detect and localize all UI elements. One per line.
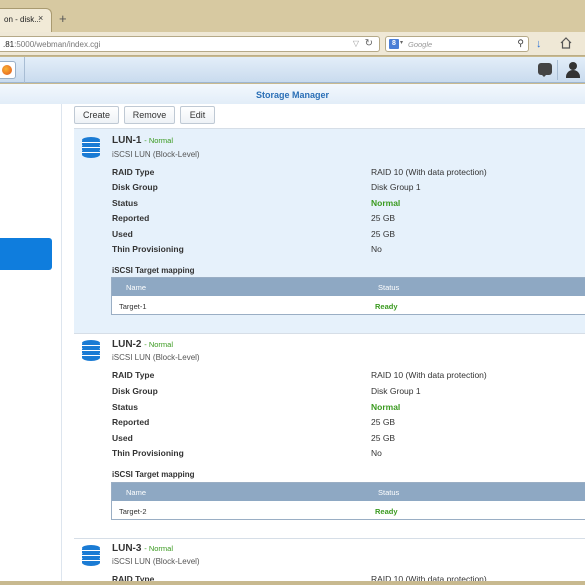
- desktop-edge: [0, 581, 585, 585]
- disk-group-value: Disk Group 1: [371, 182, 421, 192]
- lun-card[interactable]: LUN-3 - Normal iSCSI LUN (Block-Level) R…: [74, 538, 585, 581]
- browser-nav-bar: .81:5000/webman/index.cgi ▽ ↻ 8 ▾ Google…: [0, 32, 585, 56]
- dsm-logo-icon: [2, 65, 12, 75]
- taskbar-divider: [557, 60, 558, 80]
- url-dropdown-icon[interactable]: ▽: [353, 39, 359, 48]
- browser-tab[interactable]: on - disk...: [0, 8, 52, 32]
- database-icon: [82, 340, 100, 362]
- taskbar-divider: [24, 57, 25, 83]
- thin-provisioning-label: Thin Provisioning: [112, 448, 184, 458]
- status-label: Status: [112, 198, 138, 208]
- search-engine-icon[interactable]: 8: [389, 39, 399, 49]
- used-value: 25 GB: [371, 433, 396, 443]
- tab-close-icon[interactable]: ×: [38, 13, 43, 23]
- lun-name: LUN-1: [112, 135, 142, 146]
- window-title: Storage Manager: [0, 84, 585, 104]
- status-value: Normal: [371, 198, 401, 208]
- status-value: Normal: [371, 402, 401, 412]
- url-host: .81: [3, 40, 15, 49]
- thin-provisioning-value: No: [371, 448, 382, 458]
- url-bar[interactable]: .81:5000/webman/index.cgi ▽ ↻: [0, 36, 380, 52]
- lun-card[interactable]: LUN-2 - Normal iSCSI LUN (Block-Level) R…: [74, 333, 585, 538]
- reported-label: Reported: [112, 213, 150, 223]
- edit-button[interactable]: Edit: [180, 106, 215, 124]
- lun-name: LUN-2: [112, 339, 142, 350]
- search-engine-dropdown-icon[interactable]: ▾: [400, 39, 403, 46]
- notification-icon[interactable]: [538, 63, 552, 77]
- col-name-header[interactable]: Name: [126, 488, 146, 497]
- raid-type-value: RAID 10 (With data protection): [371, 167, 487, 177]
- database-icon: [82, 545, 100, 567]
- used-label: Used: [112, 229, 133, 239]
- lun-state: - Normal: [144, 340, 173, 349]
- mapping-table-header: Name Status: [112, 278, 585, 296]
- lun-title: LUN-1 - Normal: [112, 135, 173, 146]
- col-status-header[interactable]: Status: [378, 488, 399, 497]
- disk-group-label: Disk Group: [112, 182, 158, 192]
- raid-type-label: RAID Type: [112, 370, 155, 380]
- status-label: Status: [112, 402, 138, 412]
- browser-tab-bar: on - disk... × +: [0, 0, 585, 32]
- mapping-table: Name Status Target-1 Ready: [111, 277, 585, 315]
- thin-provisioning-value: No: [371, 244, 382, 254]
- target-status: Ready: [375, 507, 398, 516]
- remove-button[interactable]: Remove: [124, 106, 175, 124]
- raid-type-label: RAID Type: [112, 574, 155, 581]
- home-icon[interactable]: [560, 37, 572, 49]
- mapping-table: Name Status Target-2 Ready: [111, 482, 585, 520]
- search-placeholder: Google: [408, 40, 433, 49]
- lun-title: LUN-2 - Normal: [112, 339, 173, 350]
- disk-group-label: Disk Group: [112, 386, 158, 396]
- reported-value: 25 GB: [371, 213, 396, 223]
- col-status-header[interactable]: Status: [378, 283, 399, 292]
- database-icon: [82, 137, 100, 159]
- lun-state: - Normal: [144, 544, 173, 553]
- raid-type-label: RAID Type: [112, 167, 155, 177]
- search-input[interactable]: 8 ▾ Google ⚲: [385, 36, 529, 52]
- disk-group-value: Disk Group 1: [371, 386, 421, 396]
- used-label: Used: [112, 433, 133, 443]
- new-tab-button[interactable]: +: [59, 12, 67, 25]
- mapping-table-header: Name Status: [112, 483, 585, 501]
- target-status: Ready: [375, 302, 398, 311]
- mapping-title: iSCSI Target mapping: [112, 470, 195, 479]
- download-icon[interactable]: ↓: [536, 38, 542, 50]
- reload-icon[interactable]: ↻: [365, 38, 373, 49]
- lun-state: - Normal: [144, 136, 173, 145]
- tab-title: on - disk...: [4, 15, 41, 24]
- url-path: :5000/webman/index.cgi: [14, 40, 101, 49]
- lun-type: iSCSI LUN (Block-Level): [112, 557, 200, 566]
- used-value: 25 GB: [371, 229, 396, 239]
- search-icon[interactable]: ⚲: [517, 38, 524, 49]
- lun-title: LUN-3 - Normal: [112, 543, 173, 554]
- lun-name: LUN-3: [112, 543, 142, 554]
- target-name[interactable]: Target-2: [119, 507, 147, 516]
- lun-type: iSCSI LUN (Block-Level): [112, 150, 200, 159]
- main-menu-button[interactable]: [0, 61, 16, 79]
- reported-label: Reported: [112, 417, 150, 427]
- sidebar-item-selected[interactable]: [0, 238, 52, 270]
- mapping-title: iSCSI Target mapping: [112, 266, 195, 275]
- raid-type-value: RAID 10 (With data protection): [371, 574, 487, 581]
- target-name[interactable]: Target-1: [119, 302, 147, 311]
- thin-provisioning-label: Thin Provisioning: [112, 244, 184, 254]
- raid-type-value: RAID 10 (With data protection): [371, 370, 487, 380]
- user-icon[interactable]: [566, 62, 580, 78]
- create-button[interactable]: Create: [74, 106, 119, 124]
- lun-card[interactable]: LUN-1 - Normal iSCSI LUN (Block-Level) R…: [74, 128, 585, 333]
- reported-value: 25 GB: [371, 417, 396, 427]
- col-name-header[interactable]: Name: [126, 283, 146, 292]
- lun-type: iSCSI LUN (Block-Level): [112, 353, 200, 362]
- dsm-taskbar: [0, 57, 585, 83]
- sidebar: [0, 104, 62, 585]
